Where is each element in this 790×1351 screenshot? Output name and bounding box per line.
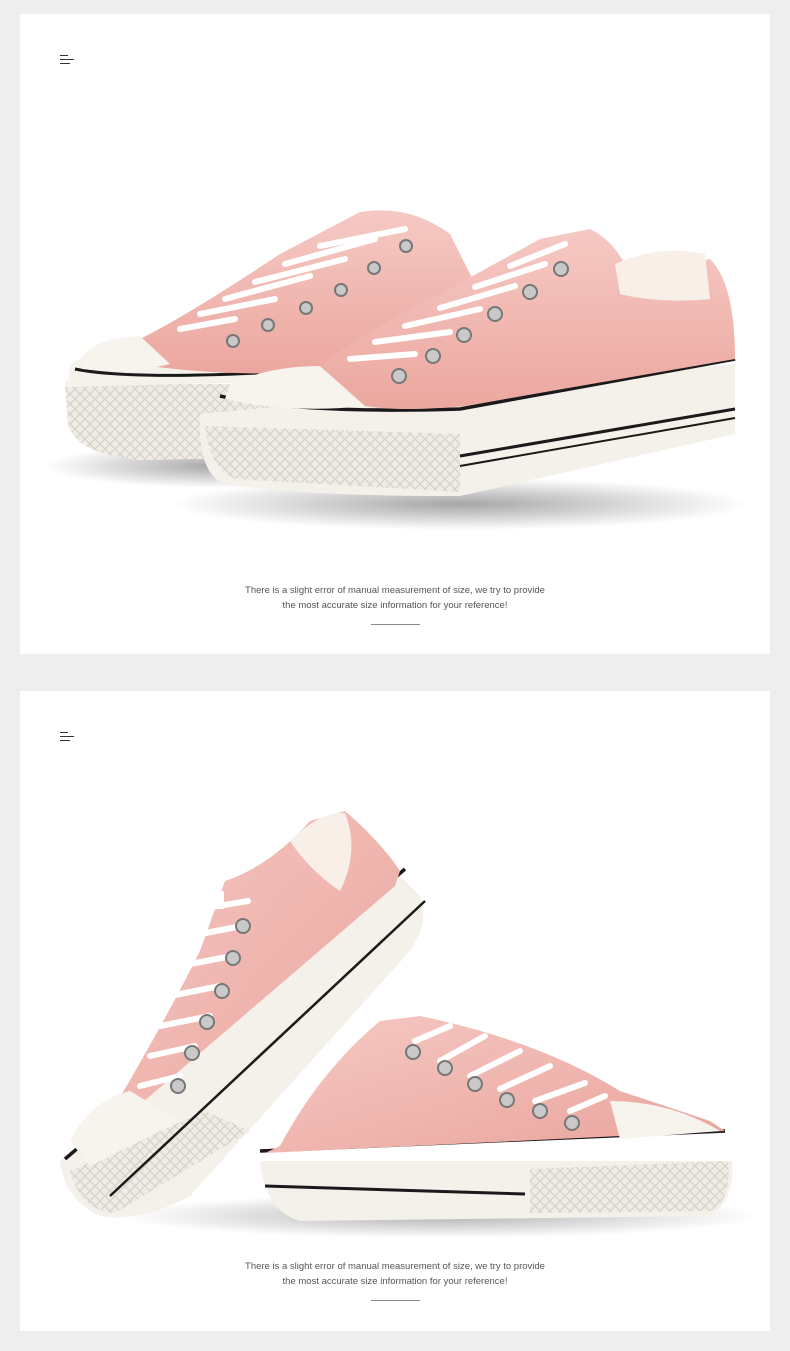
sneaker-pair-side-view-image [45, 210, 750, 530]
product-image-panel-1: There is a slight error of manual measur… [20, 14, 770, 654]
menu-icon[interactable] [60, 731, 76, 743]
size-disclaimer: There is a slight error of manual measur… [20, 1259, 770, 1289]
menu-icon[interactable] [60, 54, 76, 66]
product-image-panel-2: There is a slight error of manual measur… [20, 691, 770, 1331]
caption-line-1: There is a slight error of manual measur… [245, 585, 545, 596]
standing-shoe [60, 811, 426, 1218]
caption-line-1: There is a slight error of manual measur… [245, 1261, 545, 1272]
divider-line [371, 1300, 420, 1301]
divider-line [371, 624, 420, 625]
caption-line-2: the most accurate size information for y… [282, 1276, 508, 1287]
lying-shoe [259, 1016, 733, 1221]
caption-line-2: the most accurate size information for y… [282, 600, 508, 611]
sneaker-pair-angled-view-image [60, 811, 760, 1238]
size-disclaimer: There is a slight error of manual measur… [20, 583, 770, 613]
